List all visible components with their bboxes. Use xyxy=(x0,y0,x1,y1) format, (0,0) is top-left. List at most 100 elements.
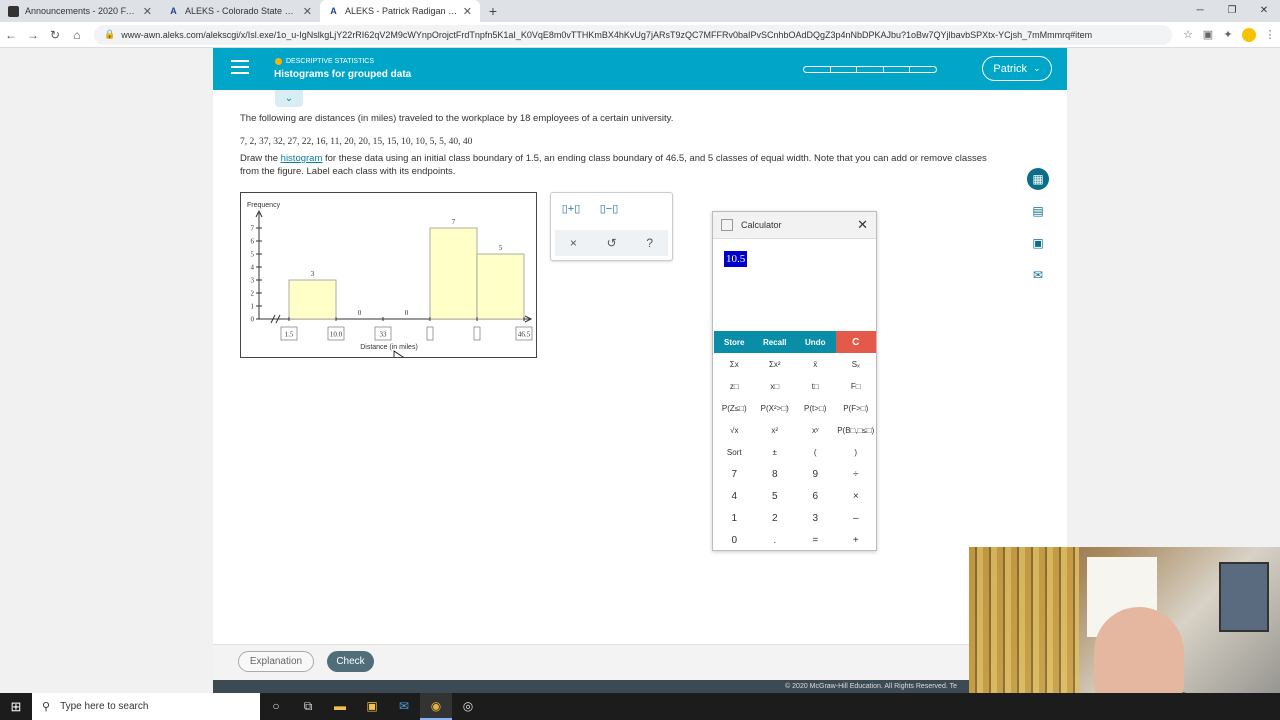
collapse-header-button[interactable]: ⌄ xyxy=(275,90,303,107)
calculator-key[interactable]: 2 xyxy=(755,507,796,529)
browser-address-bar: ← → ↻ ⌂ 🔒 www-awn.aleks.com/alekscgi/x/I… xyxy=(0,22,1280,48)
calculator-key[interactable]: P(F>□) xyxy=(836,397,877,419)
calculator-key[interactable]: t□ xyxy=(795,375,836,397)
calculator-key[interactable]: 1 xyxy=(714,507,755,529)
task-view-icon[interactable]: ⧉ xyxy=(292,693,324,720)
browser-tab-aleks-learn[interactable]: A ALEKS - Patrick Radigan - Learn ✕ xyxy=(320,0,480,22)
calculator-key[interactable]: . xyxy=(755,529,796,551)
bar-value-label: 0 xyxy=(358,309,362,317)
browser-tab-canvas[interactable]: Announcements - 2020 FALL BS ✕ xyxy=(0,0,160,22)
ebook-icon[interactable]: ▣ xyxy=(1027,232,1049,254)
calculator-key[interactable]: xʸ xyxy=(795,419,836,441)
calculator-key[interactable]: Undo xyxy=(795,331,836,353)
forward-icon[interactable]: → xyxy=(22,28,44,42)
calculator-key[interactable]: 8 xyxy=(755,463,796,485)
calculator-key[interactable]: Sort xyxy=(714,441,755,463)
histogram-graph[interactable]: Frequency 0 1 2 3 4 5 6 7 3 0 0 7 5 1.5 10.0 33 46.5 Dista… xyxy=(240,192,537,358)
calculator-key[interactable]: Recall xyxy=(755,331,796,353)
chrome-icon[interactable]: ◉ xyxy=(420,693,452,720)
bookmark-star-icon[interactable]: ☆ xyxy=(1178,28,1198,41)
calculator-key[interactable]: z□ xyxy=(714,375,755,397)
puzzle-icon[interactable]: ✦ xyxy=(1218,28,1238,41)
windows-start-icon[interactable]: ⊞ xyxy=(0,699,32,715)
help-icon[interactable]: ? xyxy=(646,236,653,250)
taskbar-search-box[interactable]: ⚲ Type here to search xyxy=(32,693,260,720)
hamburger-menu-icon[interactable] xyxy=(231,60,249,78)
mail-icon[interactable]: ✉ xyxy=(388,693,420,720)
minimize-icon[interactable]: ─ xyxy=(1184,0,1216,22)
new-tab-button[interactable]: + xyxy=(480,0,506,22)
calculator-key[interactable]: Σx² xyxy=(755,353,796,375)
restore-icon[interactable]: ❐ xyxy=(1216,0,1248,22)
user-name: Patrick xyxy=(993,62,1028,75)
lock-icon: 🔒 xyxy=(104,29,116,39)
worksheet-icon[interactable]: ▤ xyxy=(1027,200,1049,222)
back-icon[interactable]: ← xyxy=(0,28,22,42)
calculator-key[interactable]: 6 xyxy=(795,485,836,507)
user-menu-button[interactable]: Patrick ⌄ xyxy=(982,56,1052,81)
calculator-key[interactable]: 5 xyxy=(755,485,796,507)
calculator-key[interactable]: x² xyxy=(755,419,796,441)
calculator-key[interactable]: + xyxy=(836,529,877,551)
calculator-key[interactable]: C xyxy=(835,331,876,353)
calculator-key[interactable]: × xyxy=(836,485,877,507)
calculator-key[interactable]: P(X²>□) xyxy=(755,397,796,419)
url-field[interactable]: 🔒 www-awn.aleks.com/alekscgi/x/Isl.exe/1… xyxy=(94,24,1172,45)
message-icon[interactable]: ✉ xyxy=(1027,264,1049,286)
tab-close-icon[interactable]: ✕ xyxy=(303,5,312,18)
calculator-key[interactable]: 3 xyxy=(795,507,836,529)
class-boundary-input xyxy=(473,326,481,341)
extension-icon[interactable]: ▣ xyxy=(1198,28,1218,41)
histogram-link[interactable]: histogram xyxy=(281,153,323,164)
calculator-key[interactable]: ÷ xyxy=(836,463,877,485)
menu-dots-icon[interactable]: ⋮ xyxy=(1260,28,1280,41)
store-icon[interactable]: ▣ xyxy=(356,693,388,720)
calculator-key[interactable]: x□ xyxy=(755,375,796,397)
histogram-svg[interactable]: Frequency 0 1 2 3 4 5 6 7 3 0 0 7 5 1.5 10.0 33 46.5 Dista… xyxy=(241,193,536,357)
reload-icon[interactable]: ↻ xyxy=(44,28,66,42)
file-explorer-icon[interactable]: ▬ xyxy=(324,693,356,720)
y-tick-label: 2 xyxy=(251,290,255,298)
calculator-key[interactable]: 9 xyxy=(795,463,836,485)
obs-icon[interactable]: ◎ xyxy=(452,693,484,720)
calculator-tool-icon[interactable]: ▦ xyxy=(1027,168,1049,190)
remove-class-icon[interactable]: ▯−▯ xyxy=(595,202,623,220)
calculator-key[interactable]: P(B□,□≤□) xyxy=(836,419,877,441)
calculator-key[interactable]: = xyxy=(795,529,836,551)
browser-tab-aleks-csu[interactable]: A ALEKS - Colorado State Univers ✕ xyxy=(160,0,320,22)
calculator-header[interactable]: Calculator ✕ xyxy=(713,212,876,239)
calculator-key[interactable]: ) xyxy=(836,441,877,463)
calculator-key[interactable]: Sₓ xyxy=(836,353,877,375)
home-icon[interactable]: ⌂ xyxy=(66,28,88,42)
calculator-display[interactable]: 10.5 xyxy=(724,251,748,267)
close-window-icon[interactable]: ✕ xyxy=(1248,0,1280,22)
aleks-page: DESCRIPTIVE STATISTICS Histograms for gr… xyxy=(213,48,1067,680)
calculator-key[interactable]: 0 xyxy=(714,529,755,551)
calculator-key[interactable]: Store xyxy=(714,331,755,353)
aleks-favicon-icon: A xyxy=(170,6,177,16)
clear-icon[interactable]: × xyxy=(570,236,577,250)
cortana-icon[interactable]: ○ xyxy=(260,693,292,720)
check-button[interactable]: Check xyxy=(327,651,374,672)
undo-icon[interactable]: ↺ xyxy=(607,236,617,250)
calculator-key[interactable]: Σx xyxy=(714,353,755,375)
calculator-key[interactable]: – xyxy=(836,507,877,529)
tab-close-icon[interactable]: ✕ xyxy=(463,5,472,18)
wall-poster xyxy=(1219,562,1269,632)
calculator-key[interactable]: x̄ xyxy=(795,353,836,375)
histogram-bar xyxy=(476,253,525,320)
calculator-key[interactable]: √x xyxy=(714,419,755,441)
tab-close-icon[interactable]: ✕ xyxy=(143,5,152,18)
calculator-key[interactable]: P(Z≤□) xyxy=(714,397,755,419)
norton-icon[interactable] xyxy=(1242,27,1256,42)
tab-title: Announcements - 2020 FALL BS xyxy=(25,6,139,16)
calculator-key[interactable]: F□ xyxy=(836,375,877,397)
calculator-key[interactable]: ± xyxy=(755,441,796,463)
explanation-button[interactable]: Explanation xyxy=(238,651,314,672)
calculator-key[interactable]: ( xyxy=(795,441,836,463)
calculator-key[interactable]: 7 xyxy=(714,463,755,485)
add-class-icon[interactable]: ▯+▯ xyxy=(557,202,585,220)
close-icon[interactable]: ✕ xyxy=(857,217,868,233)
calculator-key[interactable]: P(t>□) xyxy=(795,397,836,419)
calculator-key[interactable]: 4 xyxy=(714,485,755,507)
